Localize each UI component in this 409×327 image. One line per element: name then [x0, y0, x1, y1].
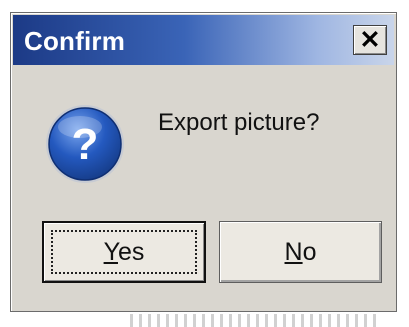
dialog-message: Export picture?	[158, 109, 320, 136]
question-icon: ?	[46, 105, 124, 183]
title-bar[interactable]: Confirm ✕	[13, 15, 394, 65]
no-button-label: No	[285, 238, 317, 267]
no-button[interactable]: No	[219, 221, 382, 283]
close-button[interactable]: ✕	[353, 25, 387, 55]
dialog-title: Confirm	[24, 26, 126, 56]
close-icon: ✕	[359, 25, 381, 54]
yes-label-rest: es	[117, 237, 145, 266]
yes-button[interactable]: Yes	[42, 221, 206, 283]
no-label-rest: o	[302, 237, 317, 266]
no-mnemonic: N	[284, 237, 303, 266]
question-mark-glyph: ?	[72, 120, 99, 169]
yes-button-label: Yes	[104, 238, 145, 267]
background-artifact	[130, 314, 380, 327]
confirm-dialog: Confirm ✕ ? Export picture? Yes No	[10, 12, 397, 312]
yes-mnemonic: Y	[103, 237, 118, 266]
